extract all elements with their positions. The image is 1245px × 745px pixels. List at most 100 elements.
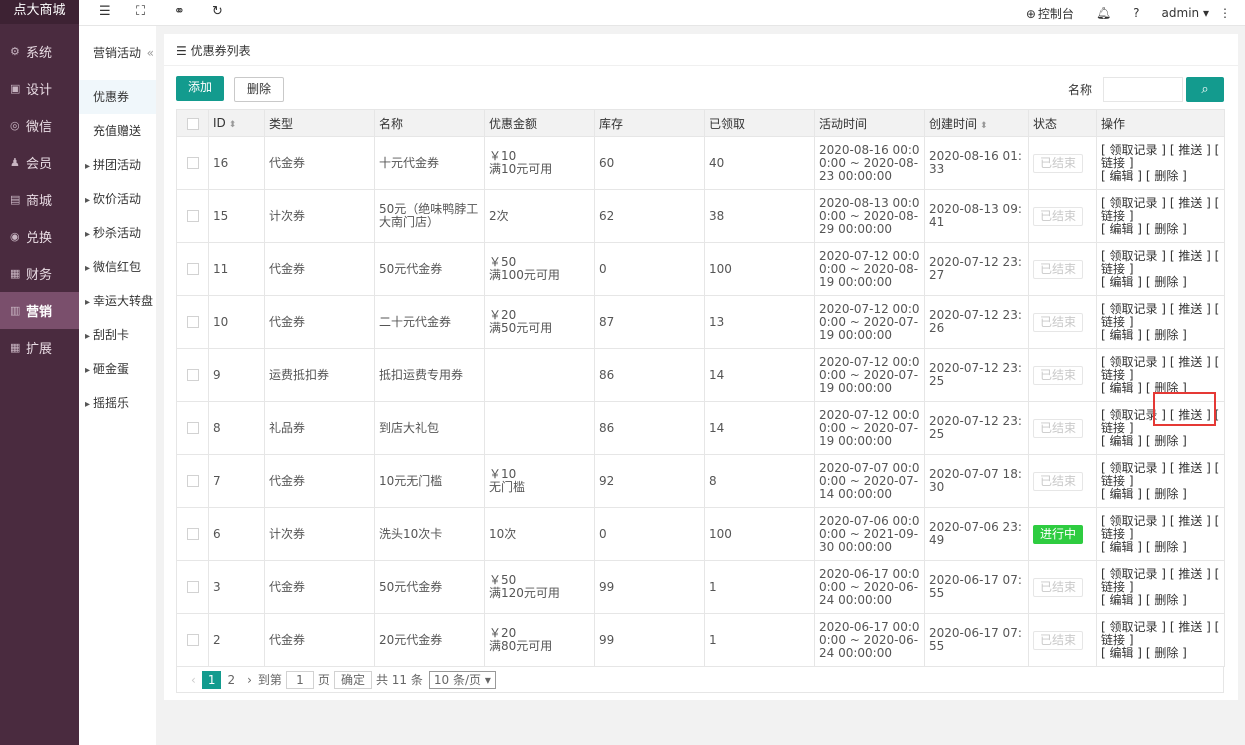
records-link[interactable]: [ 领取记录 ] xyxy=(1101,620,1166,634)
row-checkbox[interactable] xyxy=(186,422,199,434)
fullscreen-icon[interactable]: ⛶ xyxy=(136,4,145,19)
next-page-icon[interactable]: › xyxy=(241,673,258,687)
row-checkbox[interactable] xyxy=(186,581,199,593)
sidebar-item-label: 会员 xyxy=(26,157,53,172)
push-link[interactable]: [ 推送 ] xyxy=(1170,461,1211,475)
menu-toggle-icon[interactable]: ☰ xyxy=(99,4,111,19)
subnav-item-5[interactable]: 微信红包 xyxy=(79,250,156,284)
push-link[interactable]: [ 推送 ] xyxy=(1170,302,1211,316)
sort-icon[interactable]: ⬍ xyxy=(980,121,988,131)
edit-link[interactable]: [ 编辑 ] xyxy=(1101,275,1142,289)
row-checkbox[interactable] xyxy=(186,316,199,328)
collapse-icon[interactable]: « xyxy=(147,26,154,80)
push-link[interactable]: [ 推送 ] xyxy=(1170,514,1211,528)
cell-stock: 99 xyxy=(594,613,705,667)
records-link[interactable]: [ 领取记录 ] xyxy=(1101,355,1166,369)
page-1[interactable]: 1 xyxy=(201,670,222,689)
records-link[interactable]: [ 领取记录 ] xyxy=(1101,143,1166,157)
add-button[interactable]: 添加 xyxy=(176,76,224,101)
records-link[interactable]: [ 领取记录 ] xyxy=(1101,196,1166,210)
delete-button[interactable]: 删除 xyxy=(234,77,284,102)
amount-condition: 无门槛 xyxy=(489,480,526,494)
edit-link[interactable]: [ 编辑 ] xyxy=(1101,222,1142,236)
row-checkbox[interactable] xyxy=(186,157,199,169)
push-link[interactable]: [ 推送 ] xyxy=(1170,143,1211,157)
bell-icon[interactable]: 🔔︎ xyxy=(1096,6,1111,20)
sidebar-item-7[interactable]: ▥ 营销 xyxy=(0,292,79,329)
sidebar-item-0[interactable]: ⚙ 系统 xyxy=(0,33,79,70)
subnav-item-4[interactable]: 秒杀活动 xyxy=(79,216,156,250)
edit-link[interactable]: [ 编辑 ] xyxy=(1101,593,1142,607)
subnav-item-9[interactable]: 摇摇乐 xyxy=(79,386,156,420)
refresh-icon[interactable]: ↻ xyxy=(212,4,223,19)
records-link[interactable]: [ 领取记录 ] xyxy=(1101,567,1166,581)
edit-link[interactable]: [ 编辑 ] xyxy=(1101,169,1142,183)
page-2[interactable]: 2 xyxy=(221,673,241,687)
search-button[interactable]: ⌕ xyxy=(1186,77,1224,102)
cell-status: 进行中 xyxy=(1028,507,1097,561)
delete-link[interactable]: [ 删除 ] xyxy=(1146,487,1187,501)
help-icon[interactable]: ? xyxy=(1133,6,1139,20)
edit-link[interactable]: [ 编辑 ] xyxy=(1101,487,1142,501)
sidebar-item-label: 设计 xyxy=(26,83,53,98)
row-checkbox[interactable] xyxy=(186,528,199,540)
sidebar-item-1[interactable]: ▣ 设计 xyxy=(0,70,79,107)
edit-link[interactable]: [ 编辑 ] xyxy=(1101,381,1142,395)
sidebar-item-6[interactable]: ▦ 财务 xyxy=(0,255,79,292)
delete-link[interactable]: [ 删除 ] xyxy=(1146,222,1187,236)
subnav-item-3[interactable]: 砍价活动 xyxy=(79,182,156,216)
edit-link[interactable]: [ 编辑 ] xyxy=(1101,540,1142,554)
goto-input[interactable]: 1 xyxy=(285,670,314,689)
search-input[interactable] xyxy=(1103,77,1183,102)
row-checkbox[interactable] xyxy=(186,634,199,646)
link-icon[interactable]: ⚭ xyxy=(174,4,185,19)
subnav-item-8[interactable]: 砸金蛋 xyxy=(79,352,156,386)
console-link[interactable]: ⊕ 控制台 xyxy=(1026,5,1074,22)
subnav-item-1[interactable]: 充值赠送 xyxy=(79,114,156,148)
sidebar-item-3[interactable]: ♟ 会员 xyxy=(0,144,79,181)
user-menu[interactable]: admin ▾ xyxy=(1162,6,1209,20)
sidebar-item-5[interactable]: ◉ 兑换 xyxy=(0,218,79,255)
push-link[interactable]: [ 推送 ] xyxy=(1170,196,1211,210)
col-created[interactable]: 创建时间 ⬍ xyxy=(924,109,1029,137)
push-link[interactable]: [ 推送 ] xyxy=(1170,567,1211,581)
records-link[interactable]: [ 领取记录 ] xyxy=(1101,302,1166,316)
more-icon[interactable]: ⋮ xyxy=(1219,6,1231,20)
records-link[interactable]: [ 领取记录 ] xyxy=(1101,249,1166,263)
delete-link[interactable]: [ 删除 ] xyxy=(1146,434,1187,448)
subnav-item-7[interactable]: 刮刮卡 xyxy=(79,318,156,352)
sidebar-item-8[interactable]: ▦ 扩展 xyxy=(0,329,79,366)
subnav-item-0[interactable]: 优惠券 xyxy=(79,80,156,114)
cell-created: 2020-08-13 09:41 xyxy=(924,189,1029,243)
table-row: 2 代金券 20元代金券 ￥20 满80元可用 99 1 2020-06-17 00:00:0… xyxy=(176,613,1225,667)
records-link[interactable]: [ 领取记录 ] xyxy=(1101,514,1166,528)
page-size-select[interactable]: 10 条/页 ▾ xyxy=(428,670,496,689)
push-link[interactable]: [ 推送 ] xyxy=(1170,620,1211,634)
sidebar-item-4[interactable]: ▤ 商城 xyxy=(0,181,79,218)
subnav-item-2[interactable]: 拼团活动 xyxy=(79,148,156,182)
delete-link[interactable]: [ 删除 ] xyxy=(1146,540,1187,554)
delete-link[interactable]: [ 删除 ] xyxy=(1146,593,1187,607)
row-checkbox[interactable] xyxy=(186,210,199,222)
col-id[interactable]: ID ⬍ xyxy=(208,109,265,137)
push-link[interactable]: [ 推送 ] xyxy=(1170,249,1211,263)
sidebar-item-2[interactable]: ◎ 微信 xyxy=(0,107,79,144)
edit-link[interactable]: [ 编辑 ] xyxy=(1101,328,1142,342)
delete-link[interactable]: [ 删除 ] xyxy=(1146,275,1187,289)
goto-confirm-button[interactable]: 确定 xyxy=(333,670,372,689)
cell-created: 2020-07-12 23:25 xyxy=(924,348,1029,402)
sort-icon[interactable]: ⬍ xyxy=(229,120,237,130)
delete-link[interactable]: [ 删除 ] xyxy=(1146,328,1187,342)
row-checkbox[interactable] xyxy=(186,369,199,381)
edit-link[interactable]: [ 编辑 ] xyxy=(1101,434,1142,448)
row-checkbox[interactable] xyxy=(186,263,199,275)
delete-link[interactable]: [ 删除 ] xyxy=(1146,646,1187,660)
delete-link[interactable]: [ 删除 ] xyxy=(1146,169,1187,183)
prev-page-icon[interactable]: ‹ xyxy=(185,673,202,687)
select-all-checkbox[interactable] xyxy=(186,117,199,130)
row-checkbox[interactable] xyxy=(186,475,199,487)
edit-link[interactable]: [ 编辑 ] xyxy=(1101,646,1142,660)
push-link[interactable]: [ 推送 ] xyxy=(1170,355,1211,369)
records-link[interactable]: [ 领取记录 ] xyxy=(1101,461,1166,475)
subnav-item-6[interactable]: 幸运大转盘 xyxy=(79,284,156,318)
